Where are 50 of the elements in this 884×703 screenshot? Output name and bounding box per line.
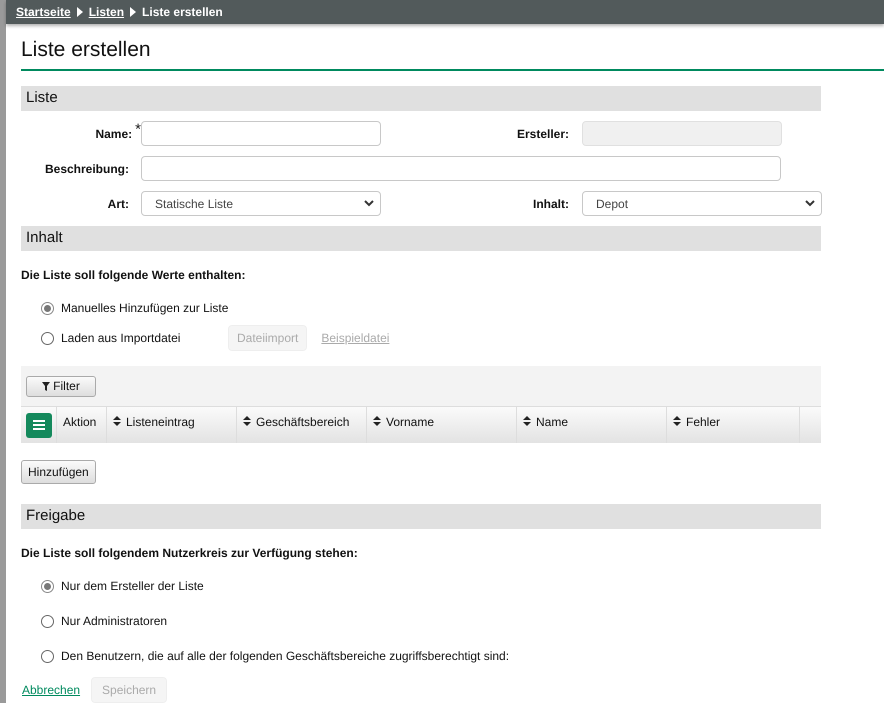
chevron-down-icon — [805, 200, 815, 207]
dropdown[interactable]: Depot — [582, 191, 822, 216]
section-header: Liste — [21, 86, 821, 111]
name-field[interactable] — [141, 121, 381, 146]
dropdown[interactable]: Statische Liste — [141, 191, 381, 216]
column-header[interactable]: Geschäftsbereich — [237, 407, 367, 443]
breadcrumb-link[interactable]: Listen — [88, 3, 124, 21]
radio-button[interactable] — [41, 580, 54, 592]
sort-icon — [113, 416, 121, 426]
column-header[interactable]: Vorname — [367, 407, 517, 443]
radio-button[interactable] — [41, 332, 54, 344]
section-header: Freigabe — [21, 504, 821, 529]
field-label: Art: — [108, 196, 129, 212]
field-label: Name: — [95, 126, 132, 142]
column-header[interactable]: Aktion — [57, 407, 107, 443]
add-button[interactable]: Hinzufügen — [21, 460, 96, 484]
radio-button[interactable] — [41, 614, 54, 628]
sort-icon — [373, 416, 381, 426]
radio-label: Nur Administratoren — [61, 613, 168, 630]
filter-button[interactable]: Filter — [26, 376, 96, 396]
page-title: Liste erstellen — [21, 37, 152, 63]
radio-label: Manuelles Hinzufügen zur Liste — [61, 300, 228, 317]
column-header[interactable]: Name — [517, 407, 667, 443]
filter-icon — [42, 382, 50, 390]
radio-button[interactable] — [41, 302, 54, 314]
sort-icon — [523, 416, 531, 426]
breadcrumb-link[interactable]: Startseite — [16, 3, 71, 21]
radio-label: Nur dem Ersteller der Liste — [61, 578, 204, 595]
field-label: Inhalt: — [533, 196, 569, 212]
section-prompt: Die Liste soll folgendem Nutzerkreis zur Verfügung stehen: — [21, 545, 359, 562]
description-field[interactable] — [141, 156, 781, 181]
breadcrumb-current: Liste erstellen — [142, 4, 223, 21]
radio-button[interactable] — [41, 650, 54, 662]
field-label: Ersteller: — [516, 126, 569, 142]
section-header: Inhalt — [21, 226, 821, 251]
sort-icon — [243, 416, 251, 426]
column-header[interactable]: Fehler — [667, 407, 800, 443]
chevron-down-icon — [364, 200, 374, 207]
section-prompt: Die Liste soll folgende Werte enthalten: — [21, 267, 246, 284]
caret-right-icon — [76, 7, 83, 17]
cancel-link[interactable]: Abbrechen — [22, 681, 80, 699]
field-label: Beschreibung: — [44, 160, 129, 178]
column-header[interactable]: Listeneintrag — [107, 407, 237, 443]
radio-label: Den Benutzern, die auf alle der folgenden Geschäftsbereiche zugriffsberechtigt sind: — [61, 648, 510, 665]
menu-button[interactable] — [26, 412, 52, 438]
sort-icon — [673, 416, 681, 426]
caret-right-icon — [130, 7, 136, 17]
radio-label: Laden aus Importdatei — [61, 330, 180, 347]
required-mark: * — [135, 120, 141, 140]
menu-icon — [32, 420, 44, 430]
